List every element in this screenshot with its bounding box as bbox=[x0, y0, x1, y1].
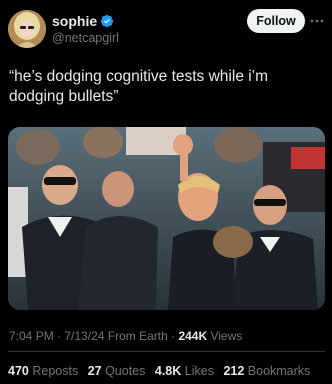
tweet-photo[interactable] bbox=[8, 127, 325, 310]
quotes-label: Quotes bbox=[105, 364, 146, 378]
user-handle[interactable]: @netcapgirl bbox=[52, 31, 119, 45]
name-row: sophie bbox=[52, 13, 114, 29]
reposts-label: Reposts bbox=[32, 364, 79, 378]
tweet-text: “he’s dodging cognitive tests while i’m … bbox=[9, 68, 269, 105]
photo-image bbox=[8, 127, 325, 310]
avatar[interactable] bbox=[8, 10, 46, 48]
bookmarks-count: 212 bbox=[223, 364, 245, 378]
likes-count: 4.8K bbox=[154, 364, 182, 378]
engagement-stats: 470 Reposts 27 Quotes 4.8K Likes 212 Boo… bbox=[8, 364, 316, 378]
follow-button[interactable]: Follow bbox=[247, 9, 305, 33]
views-count: 244K bbox=[178, 329, 208, 343]
meta-separator: · bbox=[167, 329, 179, 343]
tweet-date[interactable]: 7/13/24 bbox=[64, 329, 104, 343]
bookmarks-label: Bookmarks bbox=[247, 364, 311, 378]
tweet-source: From Earth bbox=[104, 329, 168, 343]
display-name[interactable]: sophie bbox=[52, 13, 97, 29]
tweet-time[interactable]: 7:04 PM bbox=[9, 329, 54, 343]
likes-label: Likes bbox=[184, 364, 214, 378]
quotes-stat[interactable]: 27 Quotes bbox=[88, 364, 146, 378]
bookmarks-stat[interactable]: 212 Bookmarks bbox=[223, 364, 310, 378]
avatar-image bbox=[8, 10, 46, 48]
divider bbox=[8, 351, 325, 352]
views-label: Views bbox=[207, 329, 243, 343]
verified-badge-icon bbox=[101, 14, 114, 28]
more-horizontal-icon[interactable] bbox=[309, 13, 325, 29]
reposts-stat[interactable]: 470 Reposts bbox=[8, 364, 78, 378]
quotes-count: 27 bbox=[87, 364, 102, 378]
tweet-header: sophie @netcapgirl Follow bbox=[0, 0, 332, 50]
likes-stat[interactable]: 4.8K Likes bbox=[155, 364, 214, 378]
meta-separator: · bbox=[53, 329, 65, 343]
reposts-count: 470 bbox=[8, 364, 29, 378]
tweet-meta: 7:04 PM · 7/13/24 From Earth · 244K View… bbox=[9, 329, 242, 343]
